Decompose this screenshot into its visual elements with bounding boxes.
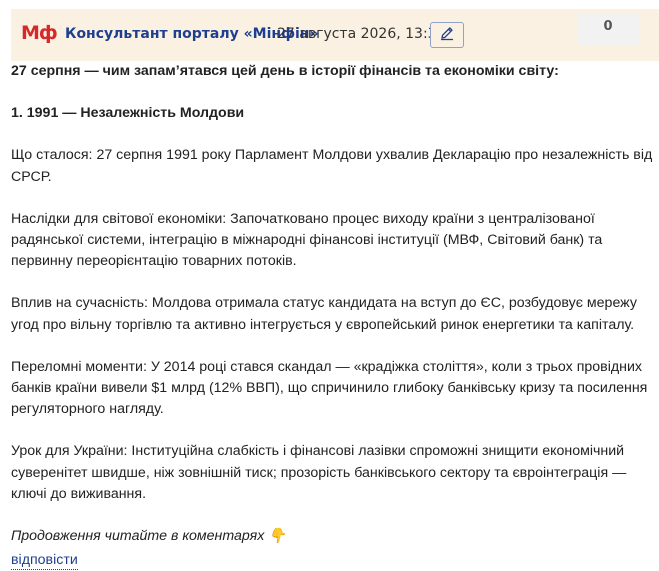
comment-timestamp: 27 августа 2026, 13:37 [277,26,446,42]
paragraph-what-happened: Що сталося: 27 серпня 1991 року Парламен… [11,147,653,185]
section-title: 1. 1991 — Незалежність Молдови [11,105,245,122]
paragraph-consequences: Наслідки для світової економіки: Започат… [11,210,603,270]
post-heading: 27 серпня — чим запам’ятався цей день в … [11,63,559,79]
comment-header: Мф Консультант порталу «Мінфін» 27 авгус… [11,9,659,61]
paragraph-turning-points: Переломні моменти: У 2014 році стався ск… [11,358,648,418]
minfin-logo: Мф [21,22,58,44]
paragraph-lesson: Урок для України: Інституційна слабкість… [11,443,627,502]
edit-button[interactable] [430,22,464,48]
paragraph-influence: Вплив на сучасність: Молдова отримала ст… [11,295,637,333]
comment-body: 27 серпня — чим запам’ятався цей день в … [11,61,655,571]
reply-link[interactable]: відповісти [11,551,78,571]
pencil-icon [439,25,455,46]
vote-counter[interactable]: 0 [577,14,639,46]
continue-note: Продовження читайте в коментарях 👇 [11,528,286,545]
